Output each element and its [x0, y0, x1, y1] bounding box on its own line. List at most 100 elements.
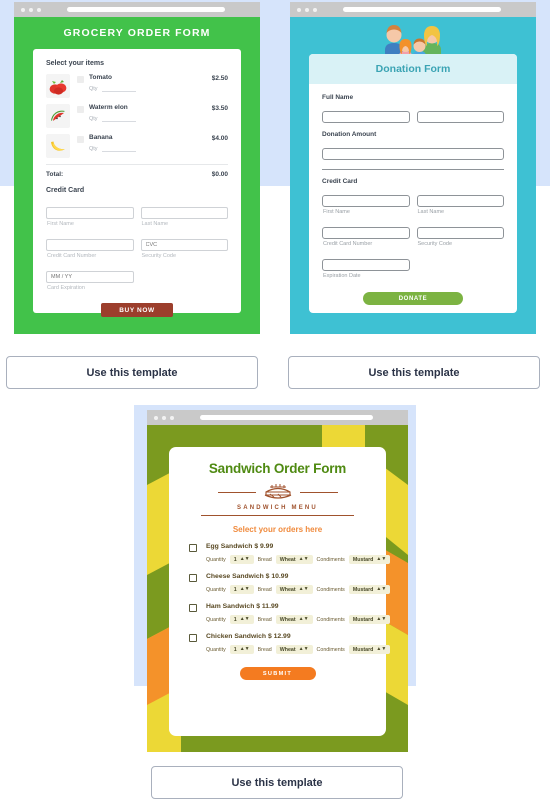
- condiments-select[interactable]: Mustard ▲▼: [348, 615, 391, 624]
- bread-label: Bread: [257, 616, 272, 623]
- quantity-input[interactable]: [101, 116, 136, 122]
- item-name: Chicken Sandwich $ 12.99: [206, 633, 291, 640]
- bread-select[interactable]: Wheat ▲▼: [275, 645, 313, 654]
- item-name: Tomato: [89, 74, 112, 81]
- item-body: Cheese Sandwich $ 10.99 Quantity 1 ▲▼ Bre…: [206, 573, 391, 594]
- full-name-row: [322, 105, 504, 123]
- list-item: Chicken Sandwich $ 12.99 Quantity 1 ▲▼ Br…: [183, 633, 391, 654]
- window-dot-icon: [37, 7, 41, 12]
- divider: [322, 169, 504, 170]
- buy-now-button[interactable]: BUY NOW: [101, 303, 173, 317]
- chevron-updown-icon: ▲▼: [298, 556, 309, 563]
- expiration-field[interactable]: [46, 271, 134, 283]
- item-checkbox[interactable]: [77, 76, 84, 83]
- list-item: Egg Sandwich $ 9.99 Quantity 1 ▲▼ Bread W…: [183, 543, 391, 564]
- chevron-updown-icon: ▲▼: [239, 556, 250, 563]
- template-preview-sandwich[interactable]: Sandwich Order Form SANDWICH MENU Select…: [147, 410, 408, 752]
- submit-button[interactable]: SUBMIT: [239, 667, 316, 680]
- item-options: Quantity 1 ▲▼ Bread Wheat ▲▼ Condiments Mu…: [206, 645, 391, 654]
- expiration-caption: Expiration Date: [323, 273, 361, 279]
- last-name-field[interactable]: [140, 207, 228, 219]
- item-checkbox[interactable]: [77, 136, 84, 143]
- quantity-input[interactable]: [101, 146, 136, 152]
- use-template-button-sandwich[interactable]: Use this template: [151, 766, 403, 799]
- donation-amount-field[interactable]: [322, 148, 504, 160]
- template-preview-donation[interactable]: Donation Form Full Name Donation Amount: [290, 2, 536, 334]
- bread-select[interactable]: Wheat ▲▼: [275, 585, 313, 594]
- item-checkbox[interactable]: [189, 634, 197, 642]
- condiments-label: Condiments: [316, 646, 345, 653]
- item-checkbox[interactable]: [189, 604, 197, 612]
- quantity-input[interactable]: [101, 86, 136, 92]
- card-number-group: Credit Card Number: [322, 221, 410, 253]
- first-name-field[interactable]: [46, 207, 134, 219]
- quantity-label: Quantity: [206, 556, 226, 563]
- first-name-caption: First Name: [323, 209, 350, 215]
- card-field-row: Credit Card Number Security Code: [46, 233, 228, 265]
- item-info: Banana Qty: [89, 134, 212, 152]
- address-bar: [343, 7, 501, 12]
- quantity-stepper[interactable]: 1 ▲▼: [229, 585, 254, 594]
- use-template-button-grocery[interactable]: Use this template: [6, 356, 258, 389]
- bread-select[interactable]: Wheat ▲▼: [275, 555, 313, 564]
- quantity-label: Qty: [89, 86, 98, 92]
- quantity-stepper[interactable]: 1 ▲▼: [229, 555, 254, 564]
- condiments-select[interactable]: Mustard ▲▼: [348, 555, 391, 564]
- divider: [201, 515, 354, 516]
- card-number-field[interactable]: [46, 239, 134, 251]
- donate-button[interactable]: DONATE: [363, 292, 463, 305]
- item-checkbox[interactable]: [77, 106, 84, 113]
- last-name-caption: Last Name: [141, 221, 169, 227]
- chevron-updown-icon: ▲▼: [298, 646, 309, 653]
- cvc-field[interactable]: [140, 239, 228, 251]
- credit-card-heading: Credit Card: [46, 187, 85, 194]
- window-dot-icon: [170, 415, 174, 420]
- window-dot-icon: [313, 7, 317, 12]
- full-name-label: Full Name: [322, 94, 354, 101]
- item-price: $2.50: [211, 75, 228, 82]
- item-checkbox[interactable]: [189, 544, 197, 552]
- name-field-row: First Name Last Name: [46, 201, 228, 233]
- full-name-first-field[interactable]: [322, 111, 410, 123]
- watermelon-icon: [46, 104, 70, 128]
- chevron-updown-icon: ▲▼: [239, 616, 250, 623]
- quantity-stepper[interactable]: 1 ▲▼: [229, 645, 254, 654]
- item-body: Chicken Sandwich $ 12.99 Quantity 1 ▲▼ Br…: [206, 633, 391, 654]
- condiments-select[interactable]: Mustard ▲▼: [348, 645, 391, 654]
- list-item: Ham Sandwich $ 11.99 Quantity 1 ▲▼ Bread …: [183, 603, 391, 624]
- chevron-updown-icon: ▲▼: [376, 586, 387, 593]
- full-name-last-field[interactable]: [416, 111, 504, 123]
- browser-chrome-bar: [290, 2, 536, 17]
- total-label: Total:: [46, 171, 64, 178]
- window-dot-icon: [305, 7, 309, 12]
- first-name-caption: First Name: [47, 221, 74, 227]
- form-subtitle: Select your orders here: [232, 525, 323, 534]
- sandwich-canvas: Sandwich Order Form SANDWICH MENU Select…: [147, 425, 408, 752]
- quantity-label: Quantity: [206, 586, 226, 593]
- last-name-caption: Last Name: [417, 209, 445, 215]
- item-name: Banana: [89, 134, 113, 141]
- list-item: Banana Qty $4.00: [46, 134, 228, 158]
- expiration-field[interactable]: [322, 259, 410, 271]
- item-price: $4.00: [211, 135, 228, 142]
- bread-label: Bread: [257, 586, 272, 593]
- donation-form-body: Full Name Donation Amount Credit Card Fi…: [309, 84, 517, 305]
- card-number-field[interactable]: [322, 227, 410, 239]
- security-code-caption: Security Code: [141, 253, 177, 259]
- full-name-last-group: [416, 105, 504, 123]
- condiments-select[interactable]: Mustard ▲▼: [348, 585, 391, 594]
- condiments-label: Condiments: [316, 586, 345, 593]
- sandwich-form-panel: Sandwich Order Form SANDWICH MENU Select…: [169, 447, 391, 736]
- last-name-field[interactable]: [416, 195, 504, 207]
- quantity-stepper[interactable]: 1 ▲▼: [229, 615, 254, 624]
- first-name-field[interactable]: [322, 195, 410, 207]
- security-code-field[interactable]: [416, 227, 504, 239]
- template-preview-grocery[interactable]: GROCERY ORDER FORM Select your items Tom…: [14, 2, 260, 334]
- expiration-row: Expiration Date: [322, 253, 504, 285]
- item-price: $3.50: [211, 105, 228, 112]
- bread-select[interactable]: Wheat ▲▼: [275, 615, 313, 624]
- full-name-first-group: [322, 105, 410, 123]
- use-template-button-donation[interactable]: Use this template: [288, 356, 540, 389]
- item-checkbox[interactable]: [189, 574, 197, 582]
